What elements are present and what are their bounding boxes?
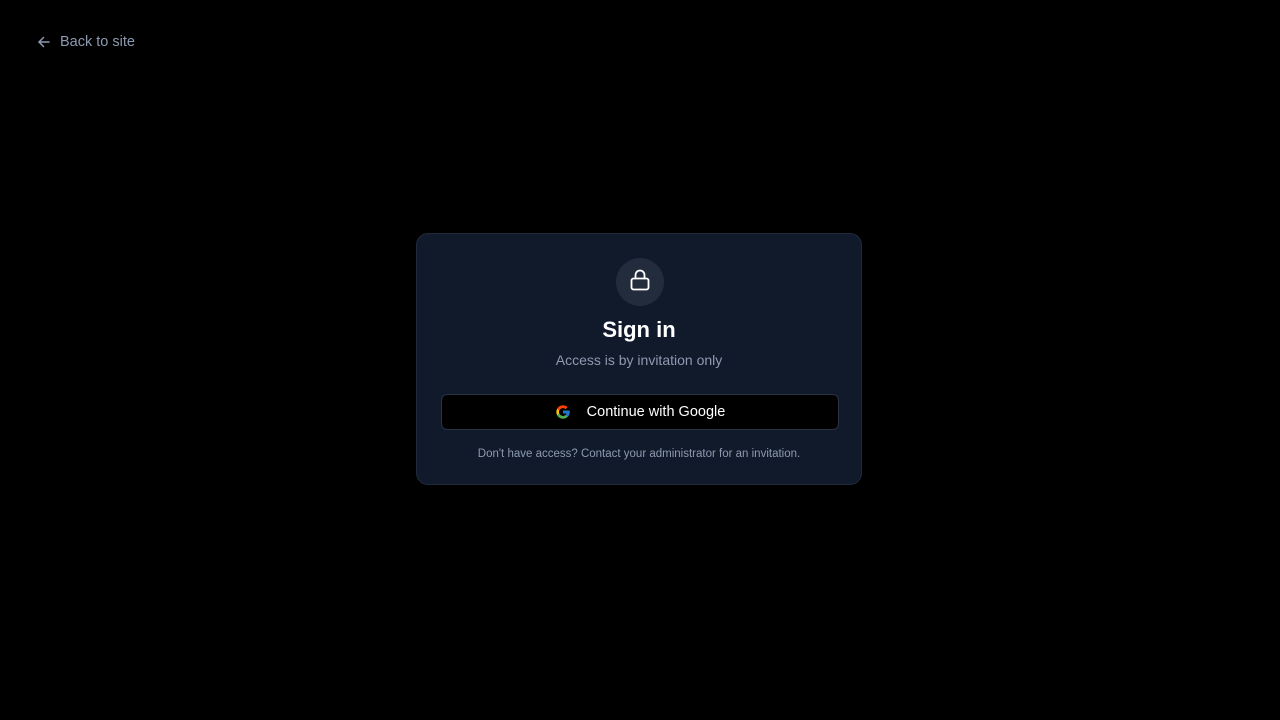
arrow-left-icon	[36, 35, 51, 50]
lock-badge	[616, 258, 664, 306]
access-footnote: Don't have access? Contact your administ…	[477, 448, 801, 460]
continue-with-google-button[interactable]: Continue with Google	[441, 394, 839, 430]
google-icon	[555, 404, 571, 420]
sign-in-page: Back to site Sign in Access is by invita…	[0, 0, 1280, 720]
page-subtitle: Access is by invitation only	[555, 352, 723, 368]
back-to-site-label: Back to site	[60, 34, 135, 50]
lock-icon	[629, 268, 651, 297]
page-title: Sign in	[602, 317, 676, 342]
google-button-label: Continue with Google	[586, 404, 726, 420]
back-to-site-link[interactable]: Back to site	[36, 31, 135, 53]
sign-in-card: Sign in Access is by invitation only Con…	[416, 233, 862, 485]
